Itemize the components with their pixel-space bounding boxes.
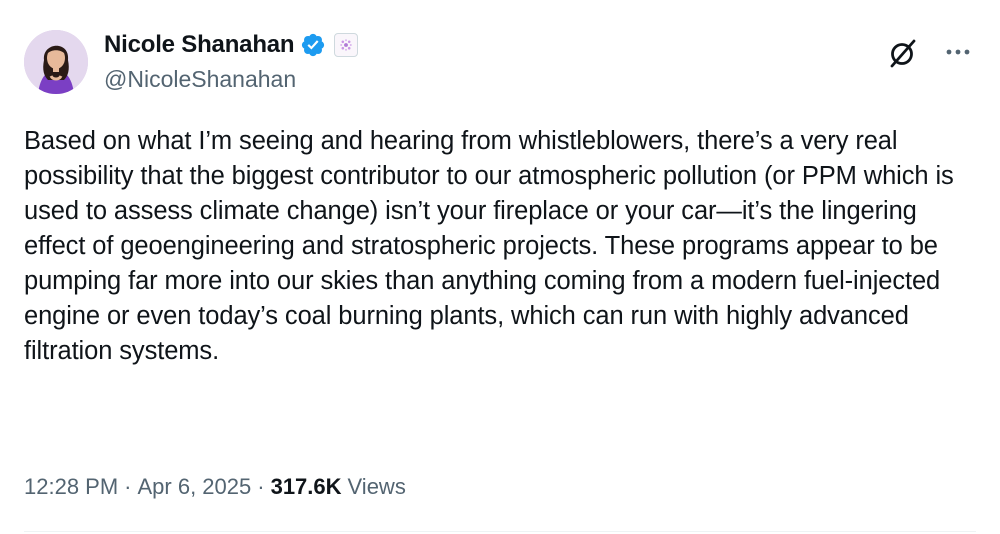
divider xyxy=(24,531,976,532)
verified-badge-icon[interactable] xyxy=(300,32,326,58)
author-block: Nicole Shanahan @NicoleShanahan xyxy=(104,26,359,93)
tweet-text: Based on what I’m seeing and hearing fro… xyxy=(24,127,954,365)
views-label: Views xyxy=(347,474,406,499)
meta-separator: · xyxy=(124,474,132,499)
views-count: 317.6K xyxy=(270,474,342,499)
name-row: Nicole Shanahan xyxy=(104,26,359,64)
more-dots-icon[interactable] xyxy=(944,40,972,64)
tweet-card: Nicole Shanahan @NicoleShanahan Based on… xyxy=(0,0,1000,534)
tweet-date[interactable]: Apr 6, 2025 xyxy=(138,474,252,500)
meta-separator: · xyxy=(257,474,265,499)
author-name[interactable]: Nicole Shanahan xyxy=(104,31,295,59)
avatar[interactable] xyxy=(24,30,88,94)
affiliation-badge-icon[interactable] xyxy=(334,33,359,57)
tweet-time[interactable]: 12:28 PM xyxy=(24,474,118,500)
grok-icon[interactable] xyxy=(886,36,920,70)
author-handle[interactable]: @NicoleShanahan xyxy=(104,66,358,93)
tweet-meta: 12:28 PM · Apr 6, 2025 · 317.6K Views xyxy=(24,474,406,500)
avatar-image xyxy=(24,30,88,94)
